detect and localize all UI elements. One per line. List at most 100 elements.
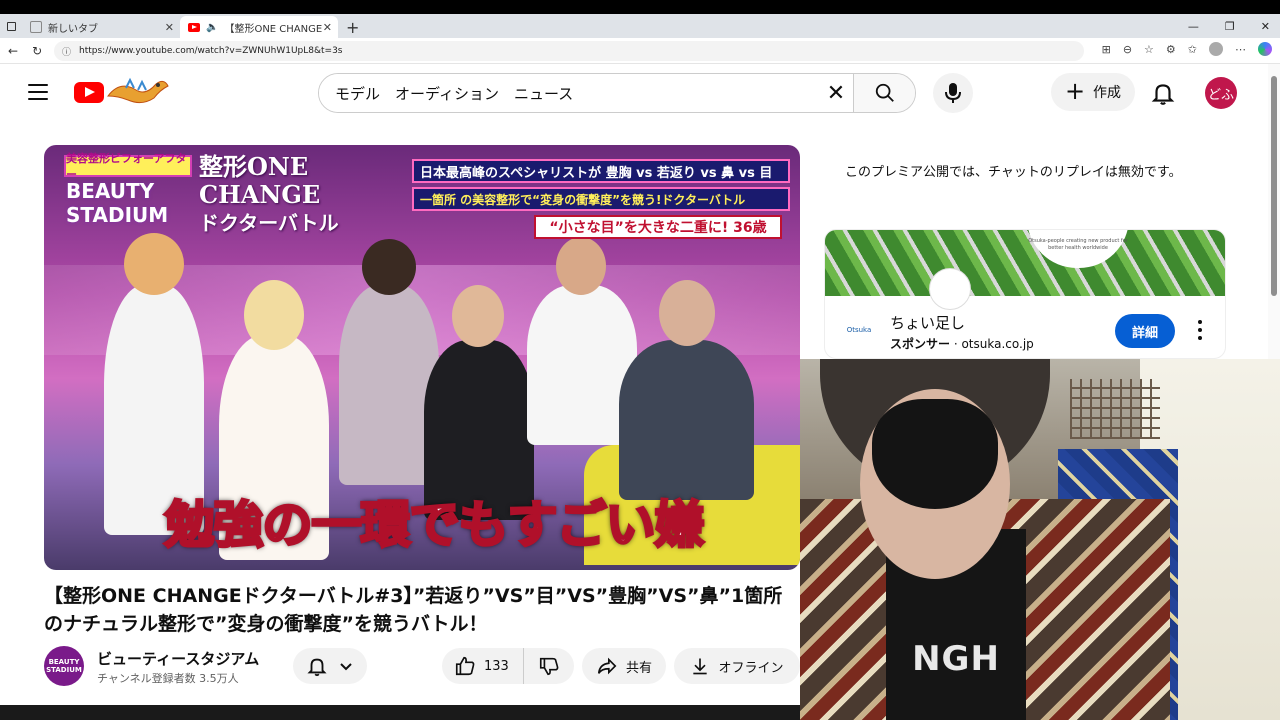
person-6 xyxy=(619,340,754,500)
logo-line-1: BEAUTY xyxy=(66,179,155,203)
account-avatar[interactable]: どふ xyxy=(1205,77,1237,109)
webcam-overlay: NGH xyxy=(800,359,1280,720)
person-3-head xyxy=(362,239,416,295)
like-count: 133 xyxy=(484,658,509,674)
thumbs-up-icon xyxy=(455,656,475,676)
beauty-stadium-logo: BEAUTY STADIUM xyxy=(66,179,196,231)
browser-toolbar-icons: ⊞ ⊖ ☆ ⚙ ✩ ⋯ xyxy=(1102,42,1272,56)
sponsored-ad-card[interactable]: Otsuka-people creating new product for b… xyxy=(824,229,1226,359)
ad-logo-circle xyxy=(929,268,971,310)
browser-tabstrip: 新しいタブ ✕ 🔈 【整形ONE CHANGEドクターバト ✕ + — ❐ ✕ xyxy=(0,14,1280,38)
like-button[interactable]: 133 xyxy=(442,648,524,684)
search-input[interactable] xyxy=(319,74,819,112)
banner-specialists: 日本最高峰のスペシャリストが 豊胸 vs 若返り vs 鼻 vs 目 xyxy=(412,159,790,183)
tab-label: 【整形ONE CHANGEドクターバト xyxy=(224,23,324,35)
person-4-head xyxy=(452,285,504,347)
ad-detail-button[interactable]: 詳細 xyxy=(1115,314,1175,348)
ad-sponsor-line: スポンサー · otsuka.co.jp xyxy=(890,337,1034,351)
favorites-icon[interactable]: ✩ xyxy=(1188,43,1197,56)
sponsor-domain: otsuka.co.jp xyxy=(961,337,1034,351)
url-field[interactable]: ⓘ https://www.youtube.com/watch?v=ZWNUhW… xyxy=(54,41,1084,61)
window-controls: — ❐ ✕ xyxy=(1188,14,1280,38)
refresh-icon[interactable]: ↻ xyxy=(32,44,42,58)
person-5-head xyxy=(556,237,606,295)
copilot-icon[interactable] xyxy=(1258,42,1272,56)
ad-banner-text: Otsuka-people creating new product for b… xyxy=(1027,230,1129,268)
tab-label: 新しいタブ xyxy=(48,23,98,35)
bottom-black-bar xyxy=(0,705,800,720)
top-black-bar xyxy=(0,0,1280,14)
ad-title[interactable]: ちょい足し xyxy=(890,312,965,333)
person-1-head xyxy=(124,233,184,295)
person-2-head xyxy=(244,280,304,350)
bell-icon xyxy=(307,658,327,677)
back-icon[interactable]: ← xyxy=(8,44,18,58)
url-text: https://www.youtube.com/watch?v=ZWNUhW1U… xyxy=(79,46,343,56)
person-6-head xyxy=(659,280,715,346)
extensions-icon[interactable]: ⚙ xyxy=(1166,43,1176,56)
like-dislike-group: 133 xyxy=(442,648,574,684)
show-title-line-1: 整形ONE CHANGE xyxy=(199,152,321,209)
thumbs-down-icon xyxy=(539,657,559,676)
channel-name[interactable]: ビューティースタジアム xyxy=(97,648,259,669)
tshirt-print: NGH xyxy=(912,639,1000,679)
speaker-icon[interactable]: 🔈 xyxy=(206,22,218,33)
channel-avatar[interactable]: BEAUTY STADIUM xyxy=(44,646,84,686)
channel-avatar-line-1: BEAUTY xyxy=(48,658,80,666)
share-button[interactable]: 共有 xyxy=(582,648,666,684)
maximize-icon[interactable]: ❐ xyxy=(1225,20,1235,33)
video-caption: 勉強の一環でもすごい嫌 xyxy=(163,495,706,556)
show-title-line-2: ドクターバトル xyxy=(199,211,339,235)
face-mask xyxy=(872,399,998,509)
create-button[interactable]: + 作成 xyxy=(1051,73,1135,111)
address-bar: ← ↻ ⓘ https://www.youtube.com/watch?v=ZW… xyxy=(0,38,1280,64)
download-icon xyxy=(693,658,708,675)
app-available-icon[interactable]: ⊞ xyxy=(1102,43,1111,56)
share-label: 共有 xyxy=(625,660,652,676)
dislike-button[interactable] xyxy=(524,648,574,684)
close-window-icon[interactable]: ✕ xyxy=(1261,20,1270,33)
search-icon xyxy=(875,83,894,102)
offline-label: オフライン xyxy=(718,660,784,676)
new-tab-button[interactable]: + xyxy=(338,16,367,38)
advertiser-logo-icon[interactable]: Otsuka xyxy=(845,316,873,344)
video-player[interactable]: 美容整形ビフォーアフター BEAUTY STADIUM 整形ONE CHANGE… xyxy=(44,145,800,570)
search-box: ✕ xyxy=(318,73,916,113)
zoom-icon[interactable]: ⊖ xyxy=(1123,43,1132,56)
youtube-logo-icon[interactable] xyxy=(74,82,104,103)
subscriber-count: チャンネル登録者数 3.5万人 xyxy=(97,672,239,685)
window-menu-icon[interactable] xyxy=(0,14,22,38)
channel-avatar-line-2: STADIUM xyxy=(46,666,82,674)
ad-banner-image[interactable]: Otsuka-people creating new product for b… xyxy=(825,230,1225,310)
more-vertical-icon[interactable] xyxy=(1195,318,1205,342)
doodle-dragon-icon[interactable] xyxy=(106,76,170,106)
plus-icon: + xyxy=(1064,77,1086,105)
banner-doctor-battle: 一箇所 の美容整形で“変身の衝撃度”を競う!ドクターバトル xyxy=(412,187,790,211)
banner-subject: “小さな目”を大きな二重に! 36歳 xyxy=(534,215,782,239)
more-icon[interactable]: ⋯ xyxy=(1235,43,1246,56)
chat-replay-disabled-note: このプレミア公開では、チャットのリプレイは無効です。 xyxy=(845,165,1182,180)
offline-download-button[interactable]: オフライン xyxy=(674,648,800,684)
close-icon[interactable]: ✕ xyxy=(323,21,332,34)
site-info-icon[interactable]: ⓘ xyxy=(62,45,71,58)
show-title: 整形ONE CHANGE ドクターバトル xyxy=(199,153,409,237)
page-icon xyxy=(30,21,42,33)
video-title: 【整形ONE CHANGEドクターバトル#3】”若返り”VS”目”VS”豊胸”V… xyxy=(44,585,783,635)
sponsor-label: スポンサー xyxy=(890,337,951,351)
share-icon xyxy=(597,657,617,675)
menu-icon[interactable] xyxy=(28,84,48,100)
voice-search-button[interactable] xyxy=(933,73,973,113)
search-button[interactable] xyxy=(853,74,915,112)
subscription-notification-button[interactable] xyxy=(293,648,367,684)
profile-icon[interactable] xyxy=(1209,42,1223,56)
tab-youtube[interactable]: 🔈 【整形ONE CHANGEドクターバト ✕ xyxy=(180,16,338,38)
minimize-icon[interactable]: — xyxy=(1188,20,1199,33)
create-label: 作成 xyxy=(1093,85,1122,101)
clear-search-icon[interactable]: ✕ xyxy=(819,74,853,112)
favorite-star-icon[interactable]: ☆ xyxy=(1144,43,1154,56)
scroll-thumb[interactable] xyxy=(1271,76,1277,296)
close-icon[interactable]: ✕ xyxy=(165,21,174,34)
tab-new-tab[interactable]: 新しいタブ ✕ xyxy=(22,16,180,38)
chevron-down-icon xyxy=(340,663,352,671)
notifications-bell-icon[interactable] xyxy=(1150,80,1176,106)
